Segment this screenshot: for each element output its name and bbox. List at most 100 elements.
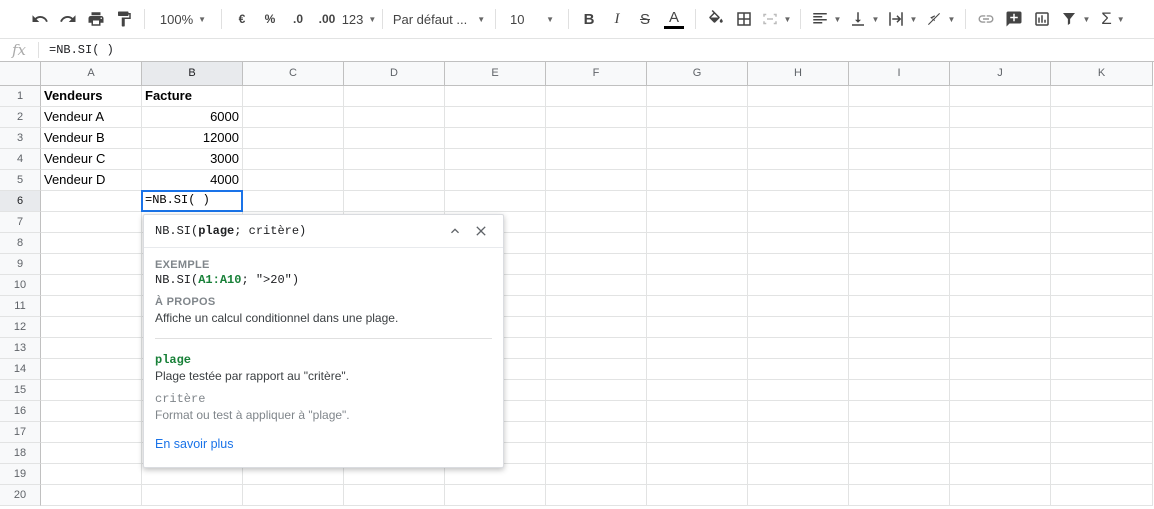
cell-a17[interactable] bbox=[41, 422, 142, 443]
cell-a2[interactable]: Vendeur A bbox=[41, 107, 142, 128]
cell-a1[interactable]: Vendeurs bbox=[41, 86, 142, 107]
learn-more-link[interactable]: En savoir plus bbox=[155, 437, 492, 451]
row-header-5[interactable]: 5 bbox=[0, 170, 41, 191]
cell-a6[interactable] bbox=[41, 191, 142, 212]
cell-j6[interactable] bbox=[950, 191, 1051, 212]
cell-g18[interactable] bbox=[647, 443, 748, 464]
cell-i10[interactable] bbox=[849, 275, 950, 296]
cell-a11[interactable] bbox=[41, 296, 142, 317]
close-button[interactable] bbox=[470, 220, 492, 242]
text-rotation-button[interactable]: ▼ bbox=[921, 5, 959, 33]
cell-j17[interactable] bbox=[950, 422, 1051, 443]
cell-d1[interactable] bbox=[344, 86, 445, 107]
cell-i15[interactable] bbox=[849, 380, 950, 401]
cell-k17[interactable] bbox=[1051, 422, 1153, 443]
row-header-15[interactable]: 15 bbox=[0, 380, 41, 401]
cell-h20[interactable] bbox=[748, 485, 849, 506]
cell-j11[interactable] bbox=[950, 296, 1051, 317]
decrease-decimal-button[interactable]: .0 bbox=[284, 5, 312, 33]
cell-a16[interactable] bbox=[41, 401, 142, 422]
column-header-k[interactable]: K bbox=[1051, 62, 1153, 86]
row-header-17[interactable]: 17 bbox=[0, 422, 41, 443]
cell-k16[interactable] bbox=[1051, 401, 1153, 422]
cell-i3[interactable] bbox=[849, 128, 950, 149]
cell-g5[interactable] bbox=[647, 170, 748, 191]
cell-g17[interactable] bbox=[647, 422, 748, 443]
bold-button[interactable]: B bbox=[575, 5, 603, 33]
redo-button[interactable] bbox=[54, 5, 82, 33]
select-all-corner[interactable] bbox=[0, 62, 41, 86]
row-header-10[interactable]: 10 bbox=[0, 275, 41, 296]
cell-g20[interactable] bbox=[647, 485, 748, 506]
paint-format-button[interactable] bbox=[110, 5, 138, 33]
column-header-f[interactable]: F bbox=[546, 62, 647, 86]
cell-k6[interactable] bbox=[1051, 191, 1153, 212]
column-header-j[interactable]: J bbox=[950, 62, 1051, 86]
filter-button[interactable]: ▼ bbox=[1056, 5, 1094, 33]
cell-d5[interactable] bbox=[344, 170, 445, 191]
cell-b4[interactable]: 3000 bbox=[142, 149, 243, 170]
row-header-12[interactable]: 12 bbox=[0, 317, 41, 338]
cell-a5[interactable]: Vendeur D bbox=[41, 170, 142, 191]
cell-i4[interactable] bbox=[849, 149, 950, 170]
cell-i14[interactable] bbox=[849, 359, 950, 380]
cell-g19[interactable] bbox=[647, 464, 748, 485]
cell-f20[interactable] bbox=[546, 485, 647, 506]
cell-i8[interactable] bbox=[849, 233, 950, 254]
cell-h10[interactable] bbox=[748, 275, 849, 296]
cell-f18[interactable] bbox=[546, 443, 647, 464]
cell-e4[interactable] bbox=[445, 149, 546, 170]
cell-a9[interactable] bbox=[41, 254, 142, 275]
cell-i7[interactable] bbox=[849, 212, 950, 233]
text-color-button[interactable]: A bbox=[659, 5, 689, 33]
cell-k5[interactable] bbox=[1051, 170, 1153, 191]
cell-c1[interactable] bbox=[243, 86, 344, 107]
cell-k2[interactable] bbox=[1051, 107, 1153, 128]
cell-f13[interactable] bbox=[546, 338, 647, 359]
cell-h18[interactable] bbox=[748, 443, 849, 464]
column-header-b[interactable]: B bbox=[142, 62, 243, 86]
cell-g14[interactable] bbox=[647, 359, 748, 380]
text-wrapping-button[interactable]: ▼ bbox=[883, 5, 921, 33]
cell-f1[interactable] bbox=[546, 86, 647, 107]
cell-j5[interactable] bbox=[950, 170, 1051, 191]
cell-i19[interactable] bbox=[849, 464, 950, 485]
formula-input[interactable]: =NB.SI( ) bbox=[49, 43, 114, 57]
cell-j15[interactable] bbox=[950, 380, 1051, 401]
cell-j10[interactable] bbox=[950, 275, 1051, 296]
cell-f3[interactable] bbox=[546, 128, 647, 149]
cell-g7[interactable] bbox=[647, 212, 748, 233]
cell-g13[interactable] bbox=[647, 338, 748, 359]
cell-k11[interactable] bbox=[1051, 296, 1153, 317]
cell-i9[interactable] bbox=[849, 254, 950, 275]
cell-g16[interactable] bbox=[647, 401, 748, 422]
collapse-button[interactable] bbox=[444, 220, 466, 242]
cell-c20[interactable] bbox=[243, 485, 344, 506]
cell-f15[interactable] bbox=[546, 380, 647, 401]
cell-i11[interactable] bbox=[849, 296, 950, 317]
cell-h9[interactable] bbox=[748, 254, 849, 275]
cell-a20[interactable] bbox=[41, 485, 142, 506]
cell-a4[interactable]: Vendeur C bbox=[41, 149, 142, 170]
cell-d2[interactable] bbox=[344, 107, 445, 128]
cell-j1[interactable] bbox=[950, 86, 1051, 107]
cell-f9[interactable] bbox=[546, 254, 647, 275]
increase-decimal-button[interactable]: .00 bbox=[312, 5, 342, 33]
cell-g11[interactable] bbox=[647, 296, 748, 317]
font-size-select[interactable]: 10 ▼ bbox=[502, 5, 562, 33]
column-header-a[interactable]: A bbox=[41, 62, 142, 86]
cell-f2[interactable] bbox=[546, 107, 647, 128]
cell-j12[interactable] bbox=[950, 317, 1051, 338]
more-formats-button[interactable]: 123 ▼ bbox=[342, 5, 377, 33]
cell-k7[interactable] bbox=[1051, 212, 1153, 233]
cell-e20[interactable] bbox=[445, 485, 546, 506]
cell-h16[interactable] bbox=[748, 401, 849, 422]
undo-button[interactable] bbox=[26, 5, 54, 33]
font-select[interactable]: Par défaut ... ▼ bbox=[389, 5, 489, 33]
cell-h6[interactable] bbox=[748, 191, 849, 212]
fill-color-button[interactable] bbox=[702, 5, 730, 33]
cell-a19[interactable] bbox=[41, 464, 142, 485]
row-header-19[interactable]: 19 bbox=[0, 464, 41, 485]
cell-j14[interactable] bbox=[950, 359, 1051, 380]
cell-i1[interactable] bbox=[849, 86, 950, 107]
